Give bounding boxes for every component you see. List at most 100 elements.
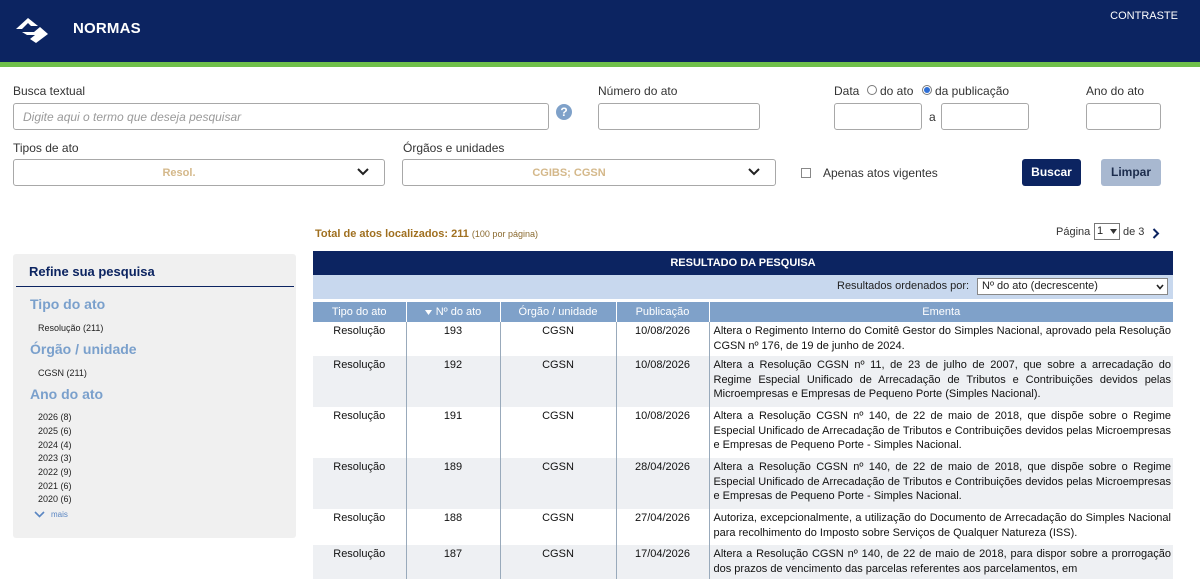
show-more-label: mais [51,510,68,519]
text-search-input[interactable] [13,103,549,130]
cell-organ: CGSN [500,458,617,509]
date-to-input[interactable] [941,103,1029,130]
results-per-page: (100 por página) [471,229,538,239]
facet-year-item[interactable]: 2020 (6) [38,494,72,504]
date-range-separator: a [929,110,936,124]
facet-type-item[interactable]: Resolução (211) [38,323,103,333]
order-label: Resultados ordenados por: [837,280,970,292]
col-number-label: Nº do ato [435,306,482,318]
facet-year-item[interactable]: 2023 (3) [38,453,72,463]
act-types-label: Tipos de ato [13,141,79,155]
only-current-label: Apenas atos vigentes [823,166,938,180]
col-publication-header[interactable]: Publicação [616,302,710,322]
date-publication-radio[interactable] [922,85,932,95]
facet-year-title: Ano do ato [30,386,104,402]
date-act-label: do ato [880,84,914,98]
refine-divider [16,286,294,287]
cell-publication: 10/08/2026 [616,407,710,458]
text-search-label: Busca textual [13,84,86,98]
cell-number[interactable]: 187 [406,545,501,579]
facet-year-item[interactable]: 2024 (4) [38,440,72,450]
refine-title: Refine sua pesquisa [29,264,155,279]
col-number-header[interactable]: Nº do ato [406,302,501,322]
table-row[interactable]: Resolução 187 CGSN 17/04/2026 Altera a R… [313,545,1173,579]
page-select[interactable]: 1 [1094,223,1120,240]
cell-type: Resolução [313,322,407,356]
cell-summary[interactable]: Altera o Regimento Interno do Comitê Ges… [709,322,1173,356]
table-header-row: Tipo do ato Nº do ato Órgão / unidade Pu… [313,302,1173,322]
col-organ-header[interactable]: Órgão / unidade [500,302,617,322]
chevron-down-icon [1156,284,1164,290]
year-label: Ano do ato [1086,84,1145,98]
order-bar: Resultados ordenados por: Nº do ato (dec… [313,275,1173,299]
page-total: de 3 [1123,226,1145,238]
organs-value: CGIBS; CGSN [532,167,606,179]
only-current-checkbox[interactable] [801,168,811,178]
facet-year-item[interactable]: 2022 (9) [38,467,72,477]
cell-number[interactable]: 191 [406,407,501,458]
cell-summary[interactable]: Autoriza, excepcionalmente, a utilização… [709,509,1173,545]
act-number-input[interactable] [598,103,760,130]
table-row[interactable]: Resolução 192 CGSN 10/08/2026 Altera a R… [313,356,1173,407]
cell-organ: CGSN [500,509,617,545]
cell-summary[interactable]: Altera a Resolução CGSN nº 11, de 23 de … [709,356,1173,407]
search-button[interactable]: Buscar [1022,159,1081,186]
caret-down-icon [1110,229,1117,234]
order-select[interactable]: Nº do ato (decrescente) [977,278,1168,295]
facet-type-title: Tipo do ato [30,296,106,312]
chevron-down-icon [34,511,45,519]
cell-publication: 10/08/2026 [616,356,710,407]
contrast-toggle[interactable]: CONTRASTE [1110,10,1178,22]
cell-number[interactable]: 192 [406,356,501,407]
cell-type: Resolução [313,509,407,545]
cell-publication: 27/04/2026 [616,509,710,545]
cell-publication: 10/08/2026 [616,322,710,356]
table-row[interactable]: Resolução 191 CGSN 10/08/2026 Altera a R… [313,407,1173,458]
date-publication-label: da publicação [935,84,1010,98]
facet-year-item[interactable]: 2025 (6) [38,426,72,436]
cell-organ: CGSN [500,356,617,407]
cell-summary[interactable]: Altera a Resolução CGSN nº 140, de 22 de… [709,407,1173,458]
col-type-header[interactable]: Tipo do ato [313,302,407,322]
facet-year-item[interactable]: 2026 (8) [38,412,72,422]
cell-organ: CGSN [500,407,617,458]
cell-summary[interactable]: Altera a Resolução CGSN nº 140, de 22 de… [709,545,1173,579]
facet-year-item[interactable]: 2021 (6) [38,481,72,491]
cell-number[interactable]: 188 [406,509,501,545]
act-types-value: Resol. [162,167,196,179]
brand-logo-icon[interactable] [14,15,50,45]
col-summary-header[interactable]: Ementa [709,302,1173,322]
refine-panel: Refine sua pesquisa Tipo do ato Resoluçã… [13,254,296,538]
page-select-value: 1 [1097,225,1104,237]
cell-type: Resolução [313,458,407,509]
cell-publication: 28/04/2026 [616,458,710,509]
year-input[interactable] [1086,103,1161,130]
results-table: Tipo do ato Nº do ato Órgão / unidade Pu… [313,302,1173,579]
cell-type: Resolução [313,545,407,579]
cell-publication: 17/04/2026 [616,545,710,579]
table-row[interactable]: Resolução 193 CGSN 10/08/2026 Altera o R… [313,322,1173,356]
site-title[interactable]: NORMAS [73,20,141,37]
table-row[interactable]: Resolução 188 CGSN 27/04/2026 Autoriza, … [313,509,1173,545]
facet-organ-item[interactable]: CGSN (211) [38,368,87,378]
organs-select[interactable]: CGIBS; CGSN [402,159,776,186]
cell-number[interactable]: 189 [406,458,501,509]
cell-summary[interactable]: Altera a Resolução CGSN nº 140, de 22 de… [709,458,1173,509]
date-act-radio[interactable] [867,85,877,95]
cell-organ: CGSN [500,322,617,356]
page-label: Página [1056,226,1091,238]
act-types-select[interactable]: Resol. [13,159,385,186]
sort-desc-icon [424,309,432,315]
show-more-link[interactable]: mais [34,510,68,519]
clear-button[interactable]: Limpar [1101,159,1161,186]
date-from-input[interactable] [834,103,922,130]
help-icon[interactable]: ? [556,104,572,120]
organs-label: Órgãos e unidades [403,141,505,155]
cell-number[interactable]: 193 [406,322,501,356]
table-row[interactable]: Resolução 189 CGSN 28/04/2026 Altera a R… [313,458,1173,509]
header-accent-stripe [0,62,1200,67]
act-number-label: Número do ato [598,84,678,98]
next-page-icon[interactable] [1152,228,1160,239]
top-bar: NORMAS CONTRASTE [0,0,1200,62]
results-heading: RESULTADO DA PESQUISA [313,251,1173,275]
